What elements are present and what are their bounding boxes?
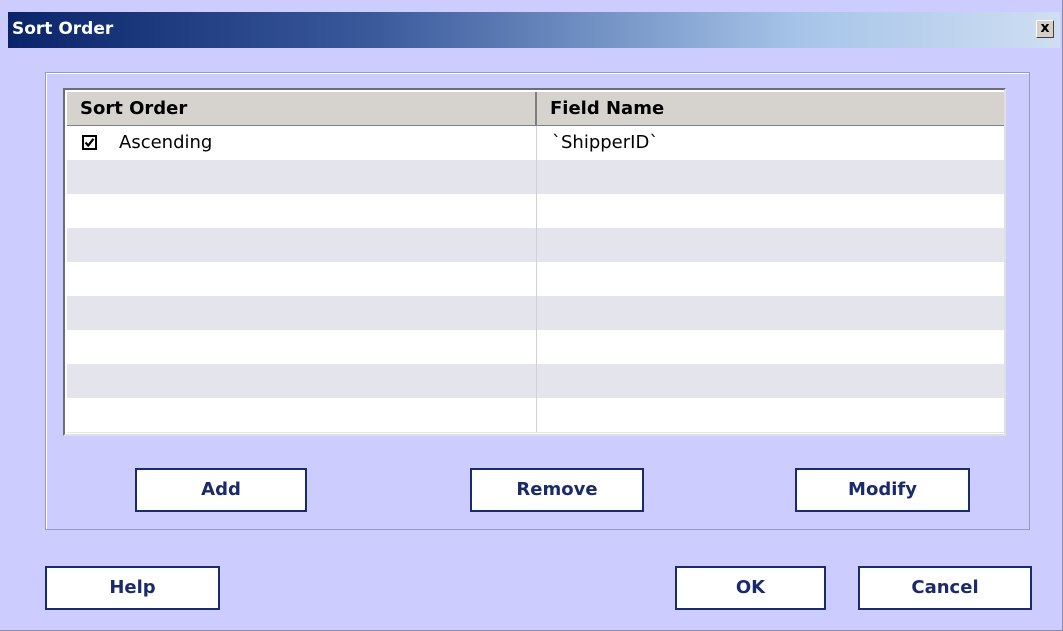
field-name-cell[interactable] bbox=[537, 262, 1004, 296]
ok-button[interactable]: OK bbox=[675, 566, 826, 610]
sort-order-cell[interactable] bbox=[67, 330, 537, 364]
ascending-checkbox[interactable] bbox=[82, 135, 97, 150]
cancel-button[interactable]: Cancel bbox=[858, 566, 1032, 610]
field-name-cell[interactable] bbox=[537, 296, 1004, 330]
sort-order-cell[interactable] bbox=[67, 364, 537, 398]
sort-order-cell[interactable] bbox=[67, 296, 537, 330]
sort-order-table: Sort Order Field Name Ascending `Shipper… bbox=[63, 88, 1006, 436]
window-title: Sort Order bbox=[12, 19, 114, 39]
table-row[interactable] bbox=[67, 262, 1004, 297]
table-row[interactable] bbox=[67, 160, 1004, 195]
field-name-cell[interactable] bbox=[537, 364, 1004, 398]
field-name-cell[interactable] bbox=[537, 194, 1004, 228]
sort-order-cell[interactable]: Ascending bbox=[67, 126, 537, 160]
table-row[interactable] bbox=[67, 364, 1004, 399]
sort-order-cell[interactable] bbox=[67, 228, 537, 262]
table-header: Sort Order Field Name bbox=[67, 92, 1004, 126]
close-button[interactable]: x bbox=[1036, 20, 1054, 38]
remove-button[interactable]: Remove bbox=[470, 468, 644, 512]
column-header-sort-order[interactable]: Sort Order bbox=[67, 92, 537, 125]
field-name-cell[interactable] bbox=[537, 330, 1004, 364]
table-row[interactable] bbox=[67, 194, 1004, 229]
table-row[interactable] bbox=[67, 398, 1004, 433]
add-button[interactable]: Add bbox=[135, 468, 307, 512]
column-header-field-name[interactable]: Field Name bbox=[537, 92, 1004, 125]
field-name-cell[interactable] bbox=[537, 398, 1004, 432]
field-name-cell[interactable] bbox=[537, 228, 1004, 262]
table-row[interactable]: Ascending `ShipperID` bbox=[67, 126, 1004, 161]
table-row[interactable] bbox=[67, 296, 1004, 331]
sort-order-dialog: Sort Order x Sort Order Field Name Ascen… bbox=[0, 0, 1063, 631]
sort-order-cell[interactable] bbox=[67, 194, 537, 228]
field-name-cell[interactable]: `ShipperID` bbox=[537, 126, 1004, 160]
title-bar[interactable]: Sort Order x bbox=[8, 12, 1060, 48]
field-name-cell[interactable] bbox=[537, 160, 1004, 194]
checkmark-icon bbox=[84, 138, 95, 148]
sort-order-cell[interactable] bbox=[67, 160, 537, 194]
help-button[interactable]: Help bbox=[45, 566, 220, 610]
sort-order-cell[interactable] bbox=[67, 398, 537, 432]
table-row[interactable] bbox=[67, 228, 1004, 263]
modify-button[interactable]: Modify bbox=[795, 468, 970, 512]
table-row[interactable] bbox=[67, 330, 1004, 365]
sort-order-value: Ascending bbox=[119, 132, 213, 153]
sort-order-cell[interactable] bbox=[67, 262, 537, 296]
